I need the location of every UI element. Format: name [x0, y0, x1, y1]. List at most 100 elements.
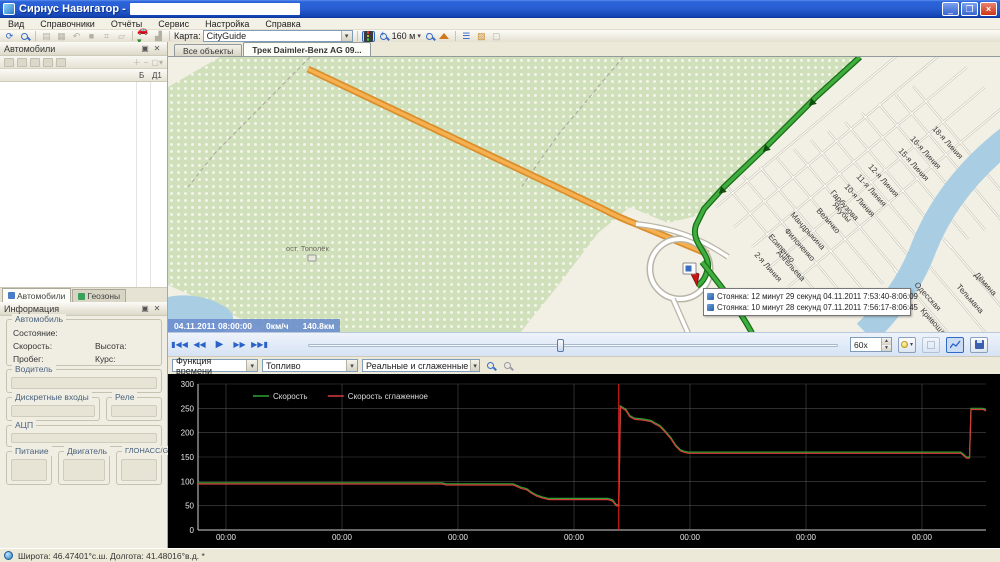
menu-servis[interactable]: Сервис	[150, 19, 197, 29]
tab-track[interactable]: Трек Daimler-Benz AG 09...	[243, 42, 370, 56]
menu-vid[interactable]: Вид	[0, 19, 32, 29]
monitor-icon[interactable]	[17, 58, 27, 67]
skip-end-button[interactable]: ▶▶▮	[251, 337, 268, 353]
scale-dropdown[interactable]: 160 м ▾	[392, 31, 421, 41]
group-engine-label: Двигатель	[64, 446, 110, 456]
chart-canvas: 05010015020025030000:0000:0000:0000:0000…	[168, 374, 1000, 548]
field-mileage-label: Пробег:	[13, 354, 44, 364]
chevron-down-icon[interactable]: ▾	[341, 31, 352, 41]
tab-all-objects-label: Все объекты	[183, 46, 233, 56]
home-icon[interactable]	[438, 31, 451, 42]
stops-highlight-button[interactable]: ▾	[898, 337, 916, 353]
report-icon[interactable]: ▤	[40, 31, 53, 42]
search-icon[interactable]	[18, 31, 31, 42]
svg-text:0: 0	[190, 526, 195, 535]
vehicles-list[interactable]	[0, 82, 167, 287]
stop-icon[interactable]: ■	[85, 31, 98, 42]
tab-vehicles[interactable]: Автомобили	[2, 288, 71, 302]
spinner-arrows[interactable]: ▲▼	[881, 338, 891, 351]
measure-icon[interactable]: ⌗	[100, 31, 113, 42]
power-value-box	[11, 459, 47, 481]
skip-start-button[interactable]: ▮◀◀	[171, 337, 188, 353]
svg-text:Скорость: Скорость	[273, 392, 308, 401]
column-d1[interactable]: Д1	[152, 71, 162, 80]
slider-groove	[308, 344, 838, 347]
window-dropdown-icon[interactable]: ▢▾	[151, 58, 163, 67]
refresh-icon[interactable]: ⟳	[3, 31, 16, 42]
chart-icon[interactable]: ▟	[152, 31, 165, 42]
tab-geozones-label: Геозоны	[87, 291, 120, 301]
title-bar: Сирнус Навигатор - _ ❐ ×	[0, 0, 1000, 18]
svg-text:150: 150	[181, 453, 195, 462]
pin-icon[interactable]: ▣	[139, 44, 151, 53]
group-engine: Двигатель	[58, 451, 110, 485]
chart-zoom-in-icon[interactable]	[484, 360, 497, 371]
sensor-combo[interactable]: Топливо ▾	[262, 359, 358, 372]
vehicle-dropdown-icon[interactable]: 🚗▾	[137, 31, 150, 42]
column-divider	[136, 82, 137, 287]
svg-text:00:00: 00:00	[332, 533, 353, 542]
menu-spravka[interactable]: Справка	[257, 19, 308, 29]
tab-all-objects[interactable]: Все объекты	[174, 44, 242, 56]
toolbar-separator	[169, 31, 170, 41]
window-title: Сирнус Навигатор -	[19, 3, 126, 15]
sidebar: Автомобили ▣ ✕ ＋ − ▢▾ Б Д1 Автомобили Ге…	[0, 42, 168, 548]
column-divider	[150, 82, 151, 287]
traffic-light-toggle[interactable]	[362, 31, 375, 42]
globe-icon[interactable]	[30, 58, 40, 67]
minimize-button[interactable]: _	[942, 2, 959, 16]
extra-button[interactable]	[922, 337, 940, 353]
pin-icon[interactable]: ▣	[139, 304, 151, 313]
area-icon[interactable]: ▱	[115, 31, 128, 42]
undo-icon[interactable]: ↶	[70, 31, 83, 42]
column-b[interactable]: Б	[139, 71, 144, 80]
chart-toggle-button[interactable]	[946, 337, 964, 353]
map-tab-bar: Все объекты Трек Daimler-Benz AG 09...	[168, 42, 1000, 56]
zoom-out-icon[interactable]: −	[423, 31, 436, 42]
toolbar-separator	[132, 31, 133, 41]
group-adc-label: АЦП	[12, 420, 36, 430]
zoom-in-icon[interactable]: +	[377, 31, 390, 42]
edit-icon[interactable]: ▨	[475, 31, 488, 42]
chart-zoom-out-icon[interactable]	[501, 360, 514, 371]
menu-spravochniki[interactable]: Справочники	[32, 19, 103, 29]
svg-text:250: 250	[181, 404, 195, 413]
globe-icon	[4, 551, 13, 560]
close-button[interactable]: ×	[980, 2, 997, 16]
restore-button[interactable]: ❐	[961, 2, 978, 16]
fast-forward-button[interactable]: ▶▶	[231, 337, 248, 353]
speed-chart[interactable]: 05010015020025030000:0000:0000:0000:0000…	[168, 374, 1000, 548]
function-combo[interactable]: Функция времени ▾	[172, 359, 258, 372]
map-select[interactable]: CityGuide ▾	[203, 30, 353, 42]
map-view[interactable]: 18-я Линия 16-я Линия 15-я Линия 12-я Ли…	[168, 56, 1000, 332]
grid-icon[interactable]: ▦	[55, 31, 68, 42]
mode-combo[interactable]: Реальные и сглаженные значен ▾	[362, 359, 480, 372]
close-icon[interactable]: ✕	[151, 304, 163, 313]
add-icon[interactable]: ＋	[133, 57, 141, 68]
group-vehicle-label: Автомобиль	[12, 314, 66, 324]
function-combo-value: Функция времени	[176, 356, 246, 376]
play-button[interactable]: ▶	[211, 337, 228, 353]
discrete-value-box	[11, 405, 95, 417]
list-icon[interactable]: ☰	[460, 31, 473, 42]
menu-nastroyka[interactable]: Настройка	[197, 19, 257, 29]
tooltip-row: Стоянка: 10 минут 28 секунд 07.11.2011 7…	[707, 302, 907, 313]
timeline-slider[interactable]	[308, 337, 838, 353]
svg-text:00:00: 00:00	[912, 533, 933, 542]
group-power: Питание	[6, 451, 52, 485]
svg-text:300: 300	[181, 380, 195, 389]
vehicle-search-icon[interactable]	[4, 58, 14, 67]
tab-geozones[interactable]: Геозоны	[72, 289, 126, 302]
slider-thumb[interactable]	[557, 339, 564, 352]
remove-icon[interactable]: −	[144, 58, 149, 67]
save-button[interactable]	[970, 337, 988, 353]
svg-text:00:00: 00:00	[564, 533, 585, 542]
web-icon[interactable]	[56, 58, 66, 67]
svg-text:00:00: 00:00	[796, 533, 817, 542]
table-icon[interactable]	[43, 58, 53, 67]
playback-speed-spinner[interactable]: 60x ▲▼	[850, 337, 892, 352]
close-icon[interactable]: ✕	[151, 44, 163, 53]
rewind-button[interactable]: ◀◀	[191, 337, 208, 353]
playback-speed-value: 60x	[854, 340, 868, 350]
geozone-icon	[78, 293, 85, 300]
